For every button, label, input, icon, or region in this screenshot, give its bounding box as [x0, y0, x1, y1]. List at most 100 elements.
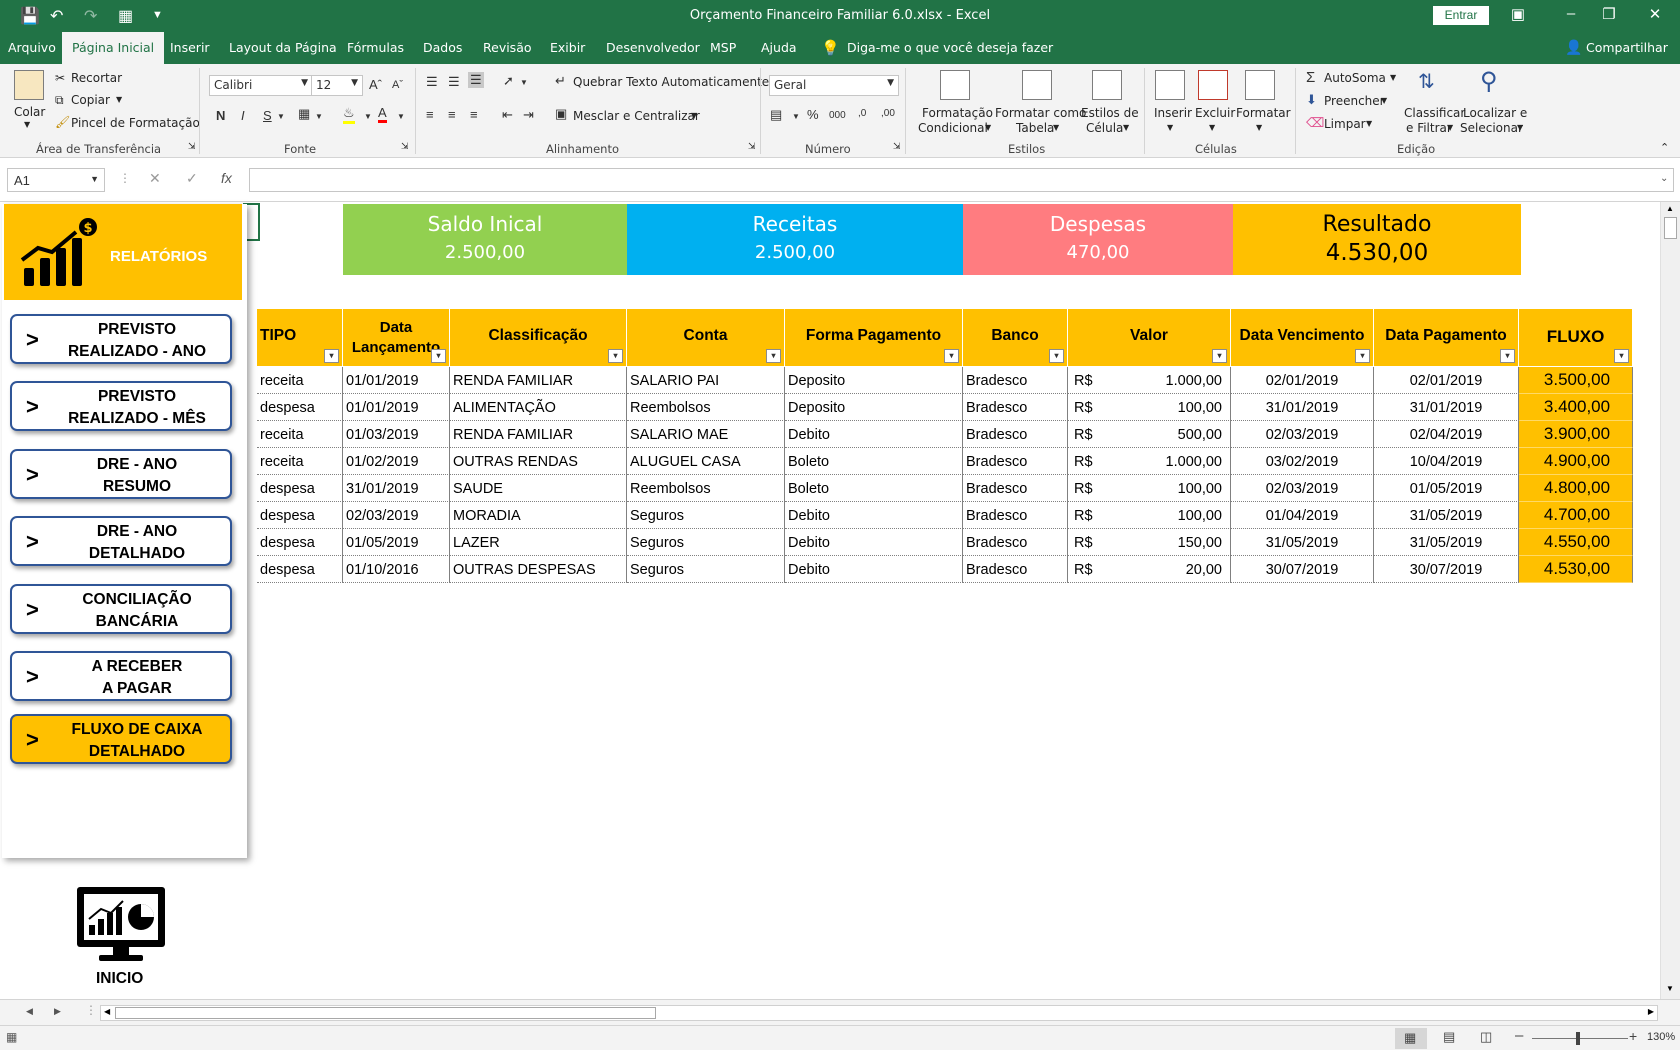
font-color-dropdown-icon[interactable]: ▼ [397, 112, 405, 121]
table-cell[interactable]: despesa [257, 394, 343, 421]
table-cell[interactable]: MORADIA [450, 502, 627, 529]
table-cell[interactable]: Debito [785, 502, 963, 529]
table-cell[interactable]: Reembolsos [627, 475, 785, 502]
table-cell[interactable]: OUTRAS DESPESAS [450, 556, 627, 583]
next-sheet-icon[interactable]: ▶ [54, 1006, 61, 1017]
filter-dropdown-icon[interactable]: ▾ [766, 349, 781, 363]
table-cell[interactable]: R$ 100,00 [1068, 394, 1231, 421]
filter-dropdown-icon[interactable]: ▾ [608, 349, 623, 363]
report-button[interactable]: > DRE - ANO RESUMO [10, 449, 232, 499]
collapse-ribbon-icon[interactable]: ⌃ [1660, 141, 1669, 154]
column-header[interactable]: Banco ▾ [963, 309, 1068, 366]
number-launcher-icon[interactable]: ⇲ [893, 142, 901, 152]
table-cell[interactable]: 02/03/2019 [1231, 475, 1374, 502]
table-cell[interactable]: Debito [785, 421, 963, 448]
table-cell[interactable]: Debito [785, 556, 963, 583]
cell-styles-dropdown-icon[interactable]: ▼ [1123, 123, 1129, 132]
home-dashboard-icon[interactable] [75, 885, 167, 963]
increase-indent-icon[interactable]: ⇥ [523, 107, 534, 123]
clear-dropdown-icon[interactable]: ▼ [1366, 119, 1372, 128]
merge-dropdown-icon[interactable]: ▼ [691, 111, 697, 120]
delete-dropdown-icon[interactable]: ▼ [1209, 123, 1215, 132]
table-cell[interactable]: 01/04/2019 [1231, 502, 1374, 529]
share-button[interactable]: Compartilhar [1586, 32, 1668, 64]
filter-dropdown-icon[interactable]: ▾ [1614, 349, 1629, 363]
table-cell[interactable]: 02/01/2019 [1231, 367, 1374, 394]
tell-me-search[interactable]: Diga-me o que você deseja fazer [847, 32, 1053, 64]
align-left-icon[interactable]: ≡ [426, 107, 434, 122]
filter-dropdown-icon[interactable]: ▾ [944, 349, 959, 363]
minimize-icon[interactable]: – [1556, 5, 1586, 22]
table-cell[interactable]: R$ 100,00 [1068, 475, 1231, 502]
borders-dropdown-icon[interactable]: ▼ [315, 112, 323, 121]
table-cell[interactable]: 4.800,00 [1519, 475, 1633, 502]
report-button[interactable]: > A RECEBER A PAGAR [10, 651, 232, 701]
zoom-slider[interactable] [1532, 1038, 1628, 1039]
decrease-decimal-icon[interactable]: ,00 [881, 108, 895, 119]
table-cell[interactable]: 31/05/2019 [1231, 529, 1374, 556]
comma-style-icon[interactable]: 000 [829, 110, 846, 121]
column-header[interactable]: Data Vencimento ▾ [1231, 309, 1374, 366]
table-cell[interactable]: Bradesco [963, 475, 1068, 502]
insert-cells-button[interactable]: Inserir [1154, 106, 1192, 120]
column-header[interactable]: Classificação ▾ [450, 309, 627, 366]
format-as-table-icon[interactable] [1022, 70, 1052, 100]
filter-dropdown-icon[interactable]: ▾ [1212, 349, 1227, 363]
sort-dropdown-icon[interactable]: ▼ [1447, 123, 1453, 132]
table-cell[interactable]: 31/01/2019 [1231, 394, 1374, 421]
maximize-icon[interactable]: ❐ [1594, 5, 1624, 23]
table-cell[interactable]: LAZER [450, 529, 627, 556]
find-select-button[interactable]: Localizar e [1463, 106, 1527, 120]
underline-button[interactable]: S [263, 108, 272, 123]
align-bottom-icon[interactable]: ☰ [468, 72, 484, 88]
table-cell[interactable]: Bradesco [963, 448, 1068, 475]
table-cell[interactable]: ALIMENTAÇÃO [450, 394, 627, 421]
table-cell[interactable]: Bradesco [963, 421, 1068, 448]
copy-dropdown-icon[interactable]: ▼ [116, 95, 122, 104]
table-cell[interactable]: Bradesco [963, 502, 1068, 529]
report-button[interactable]: > PREVISTO REALIZADO - ANO [10, 314, 232, 364]
table-cell[interactable]: 31/05/2019 [1374, 529, 1519, 556]
increase-decimal-icon[interactable]: ,0 [858, 108, 866, 119]
table-cell[interactable]: Bradesco [963, 556, 1068, 583]
column-header[interactable]: FLUXO ▾ [1519, 309, 1633, 366]
column-header[interactable]: Conta ▾ [627, 309, 785, 366]
font-name-combo[interactable]: Calibri ▼ [209, 75, 313, 96]
cut-button[interactable]: Recortar [71, 71, 122, 85]
table-cell[interactable]: 01/01/2019 [343, 394, 450, 421]
merge-center-button[interactable]: Mesclar e Centralizar [573, 109, 700, 123]
table-dropdown-icon[interactable]: ▼ [1053, 123, 1059, 132]
column-header[interactable]: Valor ▾ [1068, 309, 1231, 366]
find-dropdown-icon[interactable]: ▼ [1517, 123, 1523, 132]
table-cell[interactable]: 4.700,00 [1519, 502, 1633, 529]
accounting-dropdown-icon[interactable]: ▼ [792, 112, 800, 121]
table-cell[interactable]: ALUGUEL CASA [627, 448, 785, 475]
sort-filter-button[interactable]: Classificar [1404, 106, 1465, 120]
format-dropdown-icon[interactable]: ▼ [1256, 123, 1262, 132]
table-cell[interactable]: Seguros [627, 502, 785, 529]
table-cell[interactable]: despesa [257, 502, 343, 529]
table-cell[interactable]: SALARIO MAE [627, 421, 785, 448]
conditional-formatting-icon[interactable] [940, 70, 970, 100]
table-cell[interactable]: R$ 20,00 [1068, 556, 1231, 583]
table-cell[interactable]: SALARIO PAI [627, 367, 785, 394]
table-cell[interactable]: Seguros [627, 556, 785, 583]
report-button[interactable]: > PREVISTO REALIZADO - MÊS [10, 381, 232, 431]
column-header[interactable]: Data Lançamento ▾ [343, 309, 450, 366]
table-cell[interactable]: R$ 500,00 [1068, 421, 1231, 448]
normal-view-button[interactable]: ▦ [1395, 1028, 1427, 1049]
wrap-text-button[interactable]: Quebrar Texto Automaticamente [573, 75, 769, 89]
table-cell[interactable]: 02/01/2019 [1374, 367, 1519, 394]
enter-icon[interactable]: ✓ [186, 170, 198, 187]
orientation-icon[interactable]: ➚ [503, 73, 514, 89]
scroll-down-icon[interactable]: ▼ [1666, 984, 1674, 993]
font-size-combo[interactable]: 12 ▼ [311, 75, 363, 96]
ribbon-display-options-icon[interactable]: ▣ [1503, 5, 1533, 23]
h-scroll-thumb[interactable] [115, 1007, 656, 1019]
table-cell[interactable]: Boleto [785, 448, 963, 475]
format-painter-button[interactable]: Pincel de Formatação [71, 116, 200, 130]
table-cell[interactable]: 02/03/2019 [1231, 421, 1374, 448]
table-cell[interactable]: 4.550,00 [1519, 529, 1633, 556]
table-cell[interactable]: 30/07/2019 [1374, 556, 1519, 583]
table-cell[interactable]: 01/01/2019 [343, 367, 450, 394]
